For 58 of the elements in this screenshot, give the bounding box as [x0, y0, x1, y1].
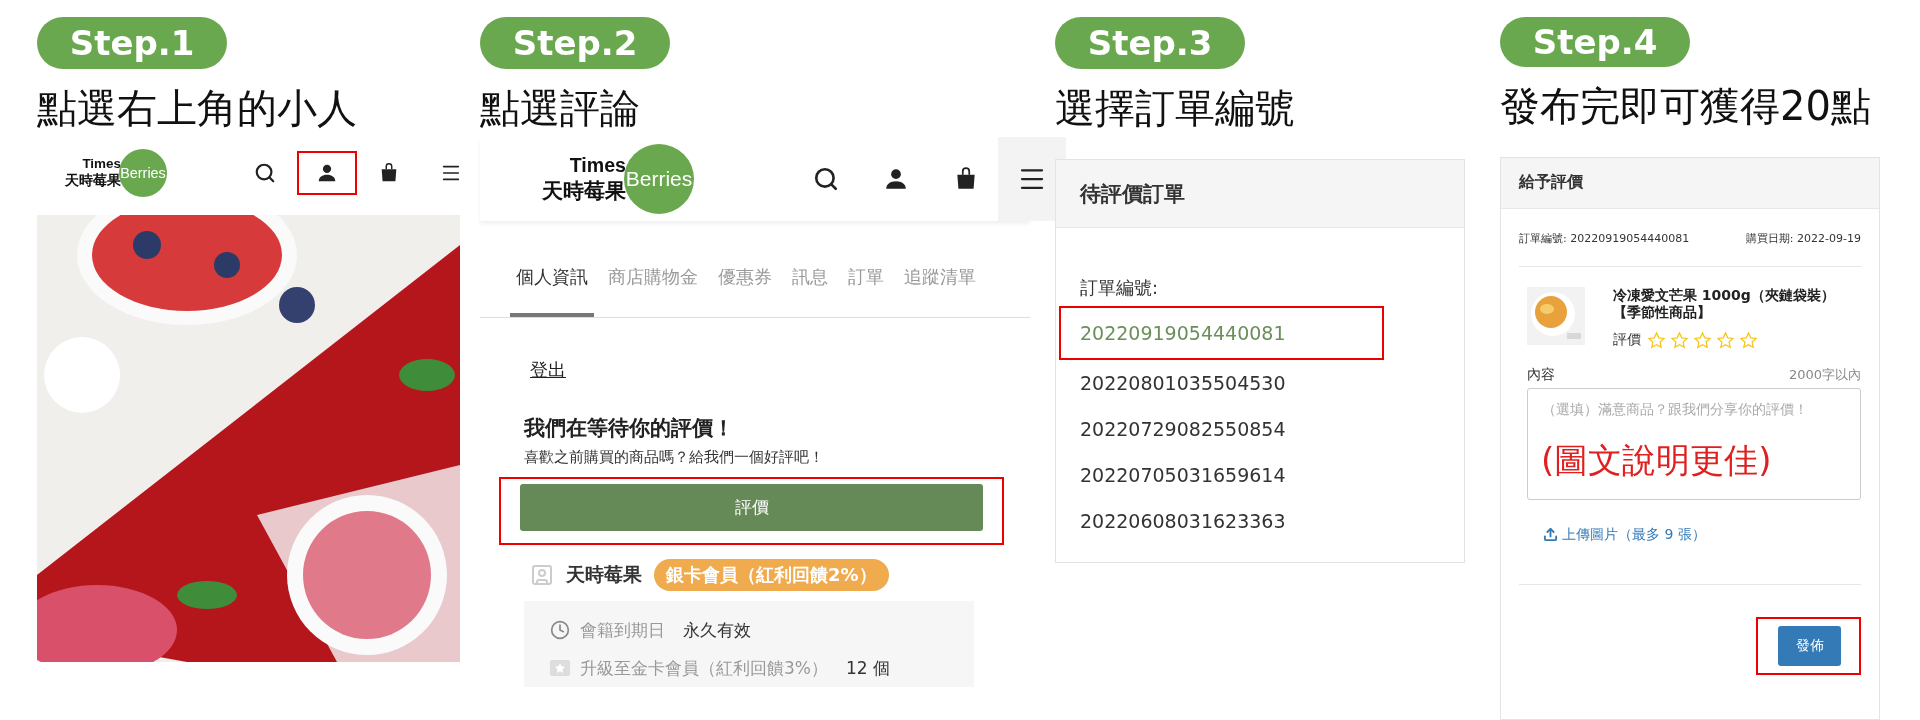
tab[interactable]: 個人資訊: [510, 239, 594, 317]
step-title: 點選右上角的小人: [37, 84, 358, 133]
order-number: 訂單編號: 20220919054440081: [1519, 230, 1690, 246]
step-badge: Step.2: [480, 17, 670, 69]
tab[interactable]: 商店購物金: [602, 239, 704, 317]
card-title: 給予評價: [1501, 157, 1879, 209]
info-value: 永久有效: [683, 618, 751, 642]
step-title: 選擇訂單編號: [1055, 84, 1296, 133]
logout-link[interactable]: 登出: [530, 358, 566, 382]
star-icon[interactable]: [1693, 330, 1712, 350]
annotation-text: (圖文說明更佳): [1541, 438, 1772, 482]
length-limit: 2000字以內: [1788, 365, 1861, 384]
logo-name: 天時莓果: [542, 177, 626, 205]
info-label: 會籍到期日: [580, 618, 665, 642]
upload-icon: [1543, 527, 1558, 543]
purchase-date: 購買日期: 2022-09-19: [1745, 230, 1861, 246]
order-number-link[interactable]: 20220729082550854: [1080, 418, 1286, 440]
logo-wordmark: Times: [569, 153, 626, 177]
product-name: 冷凍愛文芒果 1000g（夾鏈袋裝）【季節性商品】: [1613, 286, 1836, 321]
step-title: 點選評論: [480, 84, 641, 133]
user-icon[interactable]: [316, 162, 338, 184]
info-value: 12 個: [846, 656, 891, 680]
step-badge: Step.4: [1500, 17, 1690, 67]
tab[interactable]: 訂單: [842, 239, 890, 317]
star-icon[interactable]: [1716, 330, 1735, 350]
step-badge: Step.1: [37, 17, 227, 69]
heading: 我們在等待你的評價！: [524, 415, 734, 442]
subtitle: 喜歡之前購買的商品嗎？給我們一個好評吧！: [524, 448, 824, 467]
member-name: 天時莓果: [566, 562, 642, 587]
logo-name: 天時莓果: [65, 171, 121, 190]
order-number-link[interactable]: 20220919054440081: [1080, 322, 1286, 344]
member-tier-badge: 銀卡會員（紅利回饋2%）: [654, 559, 889, 591]
star-icon[interactable]: [1670, 330, 1689, 350]
star-card-icon: [550, 660, 570, 676]
rating-label: 評價: [1613, 331, 1641, 350]
search-icon[interactable]: [813, 166, 839, 192]
card-title: 待評價訂單: [1056, 160, 1464, 228]
step-badge: Step.3: [1055, 17, 1245, 69]
info-label: 升級至金卡會員（紅利回饋3%）: [580, 656, 828, 680]
search-icon[interactable]: [254, 162, 276, 184]
review-button[interactable]: 評價: [520, 484, 983, 531]
content-label: 內容: [1527, 365, 1555, 384]
logo-wordmark: Times: [82, 156, 121, 171]
tab[interactable]: 訊息: [786, 239, 834, 317]
user-icon[interactable]: [883, 166, 909, 192]
tab[interactable]: 優惠券: [712, 239, 778, 317]
publish-button[interactable]: 發佈: [1778, 626, 1841, 667]
orders-label: 訂單編號:: [1080, 276, 1159, 300]
step-title: 發布完即可獲得20點: [1500, 81, 1872, 131]
member-card-icon: [530, 563, 554, 587]
clock-icon: [550, 620, 570, 640]
order-number-link[interactable]: 20220801035504530: [1080, 372, 1286, 394]
star-icon[interactable]: [1647, 330, 1666, 350]
tab[interactable]: 追蹤清單: [898, 239, 982, 317]
star-icon[interactable]: [1739, 330, 1758, 350]
order-number-link[interactable]: 20220705031659614: [1080, 464, 1286, 486]
order-number-link[interactable]: 20220608031623363: [1080, 510, 1286, 532]
upload-link[interactable]: 上傳圖片（最多 9 張）: [1543, 525, 1706, 544]
